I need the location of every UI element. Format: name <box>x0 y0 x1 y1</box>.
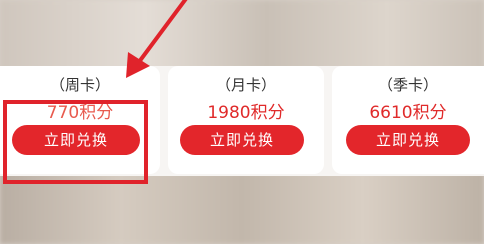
annotation-arrow-icon <box>126 0 188 78</box>
